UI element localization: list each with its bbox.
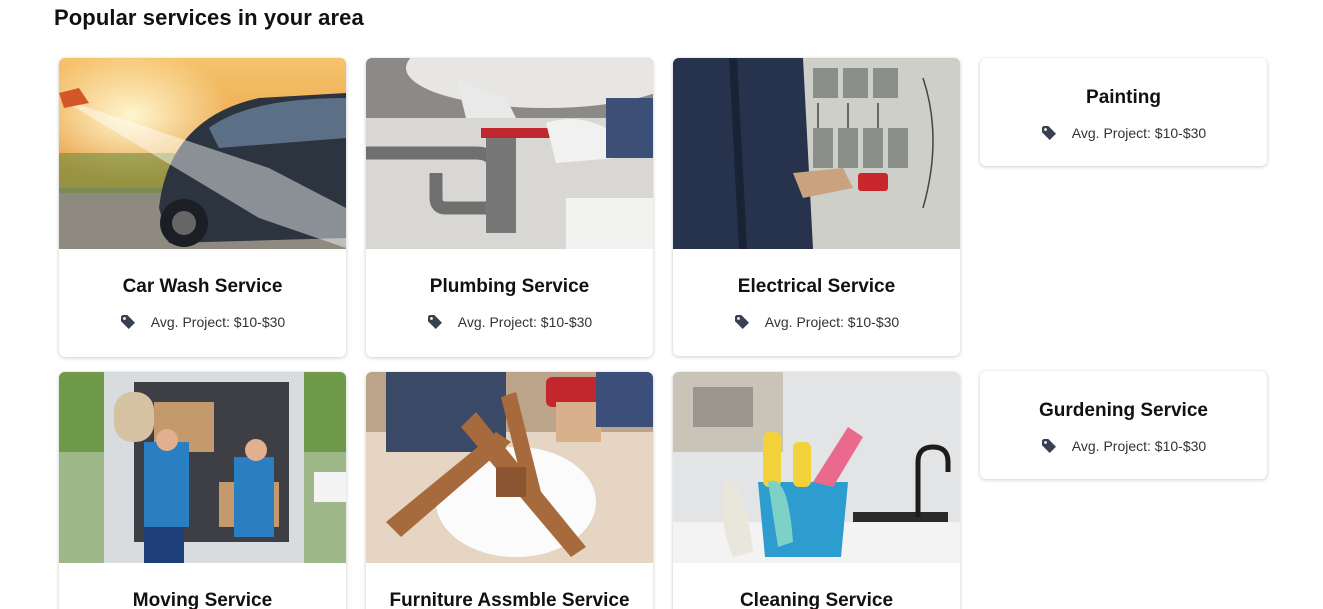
service-name: Car Wash Service (122, 276, 283, 297)
avg-project: Avg. Project: $10-$30 (673, 314, 960, 330)
car-wash-photo (59, 58, 346, 249)
avg-project: Avg. Project: $10-$30 (59, 314, 346, 330)
moving-photo (59, 372, 346, 563)
furniture-photo (366, 372, 653, 563)
service-card-moving[interactable]: Moving Service (59, 372, 346, 609)
service-name: Electrical Service (737, 276, 896, 297)
avg-project-text: Avg. Project: $10-$30 (150, 314, 286, 330)
avg-project: Avg. Project: $10-$30 (980, 125, 1267, 141)
service-card-painting[interactable]: Painting Avg. Project: $10-$30 (980, 58, 1267, 166)
section-title: Popular services in your area (54, 5, 364, 30)
tag-icon (120, 314, 136, 330)
service-name: Plumbing Service (429, 276, 590, 297)
service-card-cleaning[interactable]: Cleaning Service (673, 372, 960, 609)
avg-project-text: Avg. Project: $10-$30 (764, 314, 900, 330)
tag-icon (1041, 438, 1057, 454)
service-card-electrical[interactable]: Electrical Service Avg. Project: $10-$30 (673, 58, 960, 356)
service-name: Furniture Assmble Service (389, 590, 630, 609)
plumbing-photo (366, 58, 653, 249)
service-name: Painting (1086, 87, 1161, 108)
electrical-photo (673, 58, 960, 249)
cleaning-photo (673, 372, 960, 563)
avg-project-text: Avg. Project: $10-$30 (1071, 438, 1207, 454)
service-name: Cleaning Service (739, 590, 894, 609)
avg-project: Avg. Project: $10-$30 (366, 314, 653, 330)
service-card-plumbing[interactable]: Plumbing Service Avg. Project: $10-$30 (366, 58, 653, 357)
service-card-furniture[interactable]: Furniture Assmble Service (366, 372, 653, 609)
tag-icon (427, 314, 443, 330)
avg-project-text: Avg. Project: $10-$30 (457, 314, 593, 330)
avg-project: Avg. Project: $10-$30 (980, 438, 1267, 454)
tag-icon (734, 314, 750, 330)
tag-icon (1041, 125, 1057, 141)
avg-project-text: Avg. Project: $10-$30 (1071, 125, 1207, 141)
service-name: Gurdening Service (1039, 400, 1208, 421)
service-card-gurdening[interactable]: Gurdening Service Avg. Project: $10-$30 (980, 371, 1267, 479)
service-card-car-wash[interactable]: Car Wash Service Avg. Project: $10-$30 (59, 58, 346, 357)
service-name: Moving Service (132, 590, 273, 609)
